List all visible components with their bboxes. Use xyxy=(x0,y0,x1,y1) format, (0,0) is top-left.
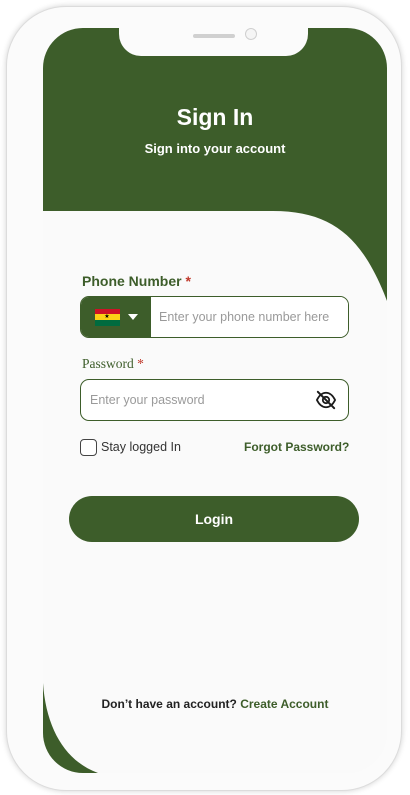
phone-number-label: Phone Number * xyxy=(82,273,191,289)
stay-logged-in-label: Stay logged In xyxy=(101,440,181,454)
signup-prompt: Don’t have an account? Create Account xyxy=(43,697,387,711)
password-label-text: Password xyxy=(82,356,134,371)
ghana-flag-icon: ★ xyxy=(94,308,120,326)
required-indicator: * xyxy=(137,356,144,371)
phone-notch xyxy=(119,28,308,56)
signup-prompt-text: Don’t have an account? xyxy=(101,697,237,711)
password-input[interactable] xyxy=(81,380,306,420)
stay-logged-in-checkbox[interactable] xyxy=(80,439,97,456)
front-camera xyxy=(245,28,257,40)
page-title: Sign In xyxy=(176,104,254,130)
password-field xyxy=(80,379,349,421)
login-button[interactable]: Login xyxy=(69,496,359,542)
dropdown-caret-icon xyxy=(127,314,138,320)
phone-number-field: ★ xyxy=(80,296,349,338)
eye-off-icon[interactable] xyxy=(315,390,337,410)
forgot-password-link[interactable]: Forgot Password? xyxy=(244,440,349,454)
password-label: Password * xyxy=(82,356,144,372)
phone-number-label-text: Phone Number xyxy=(82,273,182,289)
phone-number-input[interactable] xyxy=(151,297,348,337)
speaker-grille xyxy=(193,34,235,38)
required-indicator: * xyxy=(185,273,191,289)
page-subtitle: Sign into your account xyxy=(144,141,286,156)
create-account-link[interactable]: Create Account xyxy=(240,697,328,711)
country-code-selector[interactable]: ★ xyxy=(81,297,151,337)
